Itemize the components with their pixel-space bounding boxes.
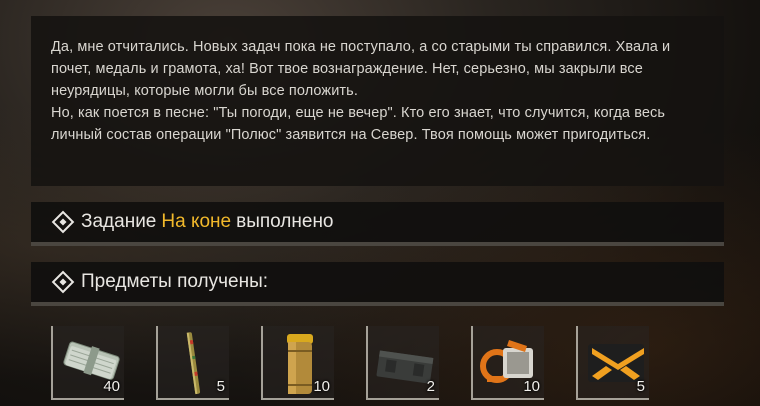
reward-slot-canister[interactable]: 10 (261, 326, 334, 400)
reward-slot-orange-device[interactable]: 10 (471, 326, 544, 400)
dialog-paragraph-1: Да, мне отчитались. Новых задач пока не … (51, 39, 671, 99)
diamond-icon (51, 270, 75, 294)
reward-count: 10 (523, 378, 540, 395)
reward-slot-rod[interactable]: 5 (156, 326, 229, 400)
npc-dialog-panel: Да, мне отчитались. Новых задач пока не … (31, 16, 724, 186)
quest-name: На коне (161, 211, 232, 232)
reward-count: 40 (103, 378, 120, 395)
reward-slot-money[interactable]: 40 (51, 326, 124, 400)
reward-slots: 40 5 10 2 10 5 (51, 326, 671, 406)
reward-count: 10 (313, 378, 330, 395)
reward-count: 2 (426, 378, 435, 395)
reward-count: 5 (636, 378, 645, 395)
quest-suffix: выполнено (236, 211, 334, 232)
quest-complete-banner: Задание На коне выполнено (31, 202, 724, 246)
diamond-icon (51, 210, 75, 234)
items-received-label: Предметы получены: (81, 271, 269, 292)
quest-prefix: Задание (81, 211, 157, 232)
reward-count: 5 (216, 378, 225, 395)
reward-slot-ammo-box[interactable]: 2 (366, 326, 439, 400)
items-received-banner: Предметы получены: (31, 262, 724, 306)
reward-slot-orange-crate[interactable]: 5 (576, 326, 649, 400)
dialog-paragraph-2: Но, как поется в песне: "Ты погоди, еще … (51, 105, 666, 143)
quest-status-text: Задание На коне выполнено (81, 211, 334, 233)
